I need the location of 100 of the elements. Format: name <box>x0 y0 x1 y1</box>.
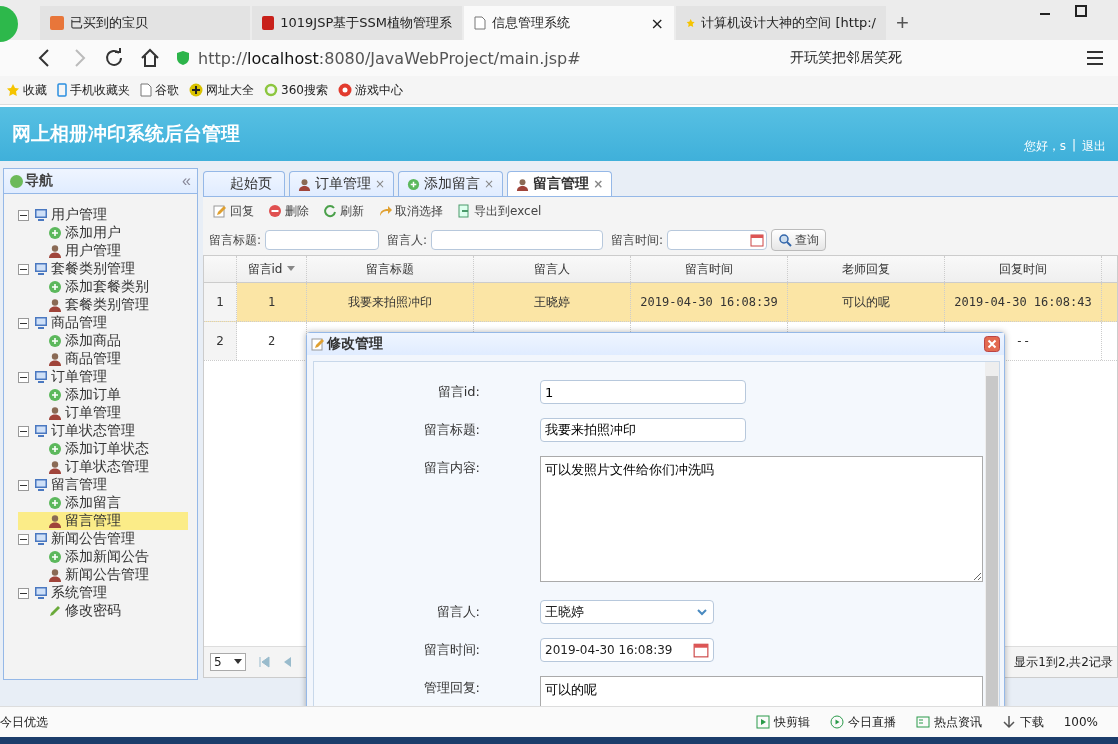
date-field[interactable]: 2019-04-30 16:08:39 <box>540 638 714 662</box>
tree-item[interactable]: 订单管理 <box>18 404 188 422</box>
column-header[interactable]: 回复时间 <box>945 256 1102 282</box>
table-cell: 2019-04-30 16:08:39 <box>631 283 788 321</box>
tree-group-item[interactable]: 留言管理 <box>51 476 107 494</box>
tree-item[interactable]: 添加留言 <box>18 494 188 512</box>
computer-icon <box>34 208 48 222</box>
maximize-icon[interactable] <box>1074 4 1088 18</box>
content-tab[interactable]: 留言管理 × <box>507 171 613 196</box>
toggle-icon[interactable] <box>18 587 29 599</box>
content-textarea[interactable]: 可以发照片文件给你们冲洗吗 <box>540 456 983 582</box>
pencil-icon <box>48 604 62 618</box>
content-tab[interactable]: 起始页 <box>203 171 285 196</box>
tree-item[interactable]: 套餐类别管理 <box>18 296 188 314</box>
date-search-field[interactable] <box>667 230 768 250</box>
calendar-icon[interactable] <box>693 642 709 658</box>
column-header[interactable]: 留言id <box>237 256 307 282</box>
tree-item[interactable]: 修改密码 <box>18 602 188 620</box>
tree-group-item[interactable]: 订单状态管理 <box>51 422 135 440</box>
toolbar-button[interactable]: 取消选择 <box>374 200 447 222</box>
tree-item[interactable]: 新闻公告管理 <box>18 566 188 584</box>
browser-tab[interactable]: 信息管理系统 × <box>464 6 674 40</box>
calendar-icon[interactable] <box>750 233 765 247</box>
tree-item[interactable]: 添加套餐类别 <box>18 278 188 296</box>
tree-group-item[interactable]: 新闻公告管理 <box>51 530 135 548</box>
zoom-level[interactable]: 100% <box>1063 715 1098 729</box>
minus-circle-icon <box>268 204 282 218</box>
browser-tab[interactable]: 已买到的宝贝 <box>40 6 250 40</box>
star-icon <box>686 16 696 30</box>
tree-item[interactable]: 添加用户 <box>18 224 188 242</box>
scrollbar[interactable] <box>985 362 999 706</box>
bookmark-link[interactable]: 游戏中心 <box>354 81 403 99</box>
page-icon <box>140 83 152 97</box>
column-header[interactable]: 留言标题 <box>307 256 474 282</box>
sort-arrow-icon[interactable] <box>287 266 296 272</box>
bookmark-link[interactable]: 手机收藏夹 <box>70 81 130 99</box>
status-bar-item[interactable]: 今日直播 <box>829 713 896 731</box>
tree-group-item[interactable]: 套餐类别管理 <box>51 260 135 278</box>
close-icon[interactable] <box>984 336 1000 352</box>
bookmark-link[interactable]: 谷歌 <box>155 81 179 99</box>
refresh-icon[interactable] <box>104 48 124 68</box>
field-label: 留言内容: <box>422 459 481 477</box>
toggle-icon[interactable] <box>18 533 29 545</box>
home-icon[interactable] <box>140 48 160 68</box>
title-search-field[interactable] <box>265 230 380 250</box>
reply-textarea[interactable]: 可以的呢 <box>540 676 983 706</box>
bookmark-link[interactable]: 360搜索 <box>281 81 328 99</box>
toolbar-button[interactable]: 删除 <box>264 200 313 222</box>
tree-item[interactable]: 订单状态管理 <box>18 458 188 476</box>
tree-item[interactable]: 用户管理 <box>18 242 188 260</box>
tree-group-item[interactable]: 商品管理 <box>51 314 107 332</box>
search-button[interactable]: 查询 <box>771 229 827 251</box>
text-field[interactable]: 1 <box>540 380 746 404</box>
table-row[interactable]: 1 1 我要来拍照冲印 王晓婷 2019-04-30 16:08:39 可以的呢 2019-04-30 16:08:43 <box>204 283 1117 322</box>
tree-item[interactable]: 添加订单 <box>18 386 188 404</box>
status-bar-item[interactable]: 下载 <box>1001 713 1044 731</box>
toggle-icon[interactable] <box>18 317 29 329</box>
page-size-select[interactable]: 5 <box>210 653 246 671</box>
status-text: 今日优选 <box>0 713 48 731</box>
toggle-icon[interactable] <box>18 371 29 383</box>
new-tab-button[interactable]: + <box>888 6 917 40</box>
add-icon <box>48 226 62 240</box>
toggle-icon[interactable] <box>18 479 29 491</box>
field-label: 留言时间: <box>611 231 664 249</box>
toggle-icon[interactable] <box>18 263 29 275</box>
content-tab[interactable]: 订单管理 × <box>289 171 395 196</box>
menu-icon[interactable] <box>1086 50 1104 66</box>
tree-item[interactable]: 留言管理 <box>18 512 188 530</box>
news-icon <box>915 715 930 729</box>
status-bar-item[interactable]: 热点资讯 <box>915 713 982 731</box>
toolbar-button[interactable]: 刷新 <box>319 200 368 222</box>
computer-icon <box>34 478 48 492</box>
search-icon <box>778 233 793 247</box>
user-icon <box>48 460 62 474</box>
tree-group-item[interactable]: 系统管理 <box>51 584 107 602</box>
text-field[interactable]: 我要来拍照冲印 <box>540 418 746 442</box>
column-header[interactable]: 老师回复 <box>788 256 945 282</box>
person-select[interactable]: 王晓婷 <box>540 600 714 624</box>
browser-tab[interactable]: 1019JSP基于SSM植物管理系 <box>252 6 462 40</box>
field-label: 留言id: <box>436 383 481 401</box>
tree-group-item[interactable]: 用户管理 <box>51 206 107 224</box>
tree-group-item[interactable]: 订单管理 <box>51 368 107 386</box>
address-field[interactable]: http://localhost:8080/JavaWebProject/main.jsp# <box>198 48 581 68</box>
browser-tab[interactable]: 计算机设计大神的空间 [http:/ <box>676 6 886 40</box>
status-bar-item[interactable]: 快剪辑 <box>755 713 810 731</box>
person-search-field[interactable] <box>431 230 604 250</box>
bookmark-link[interactable]: 网址大全 <box>206 81 254 99</box>
column-header[interactable]: 留言时间 <box>631 256 788 282</box>
tree-item[interactable]: 添加订单状态 <box>18 440 188 458</box>
toggle-icon[interactable] <box>18 425 29 437</box>
toggle-icon[interactable] <box>18 209 29 221</box>
browser-search-field[interactable]: 开玩笑把邻居笑死 <box>790 49 960 67</box>
toolbar-button[interactable]: 回复 <box>209 200 258 222</box>
tree-item[interactable]: 添加新闻公告 <box>18 548 188 566</box>
content-tab[interactable]: 添加留言 × <box>398 171 504 196</box>
column-header[interactable]: 留言人 <box>474 256 631 282</box>
bookmark-link[interactable]: 收藏 <box>23 81 47 99</box>
toolbar-button[interactable]: 导出到excel <box>453 200 546 222</box>
tree-item[interactable]: 商品管理 <box>18 350 188 368</box>
tree-item[interactable]: 添加商品 <box>18 332 188 350</box>
